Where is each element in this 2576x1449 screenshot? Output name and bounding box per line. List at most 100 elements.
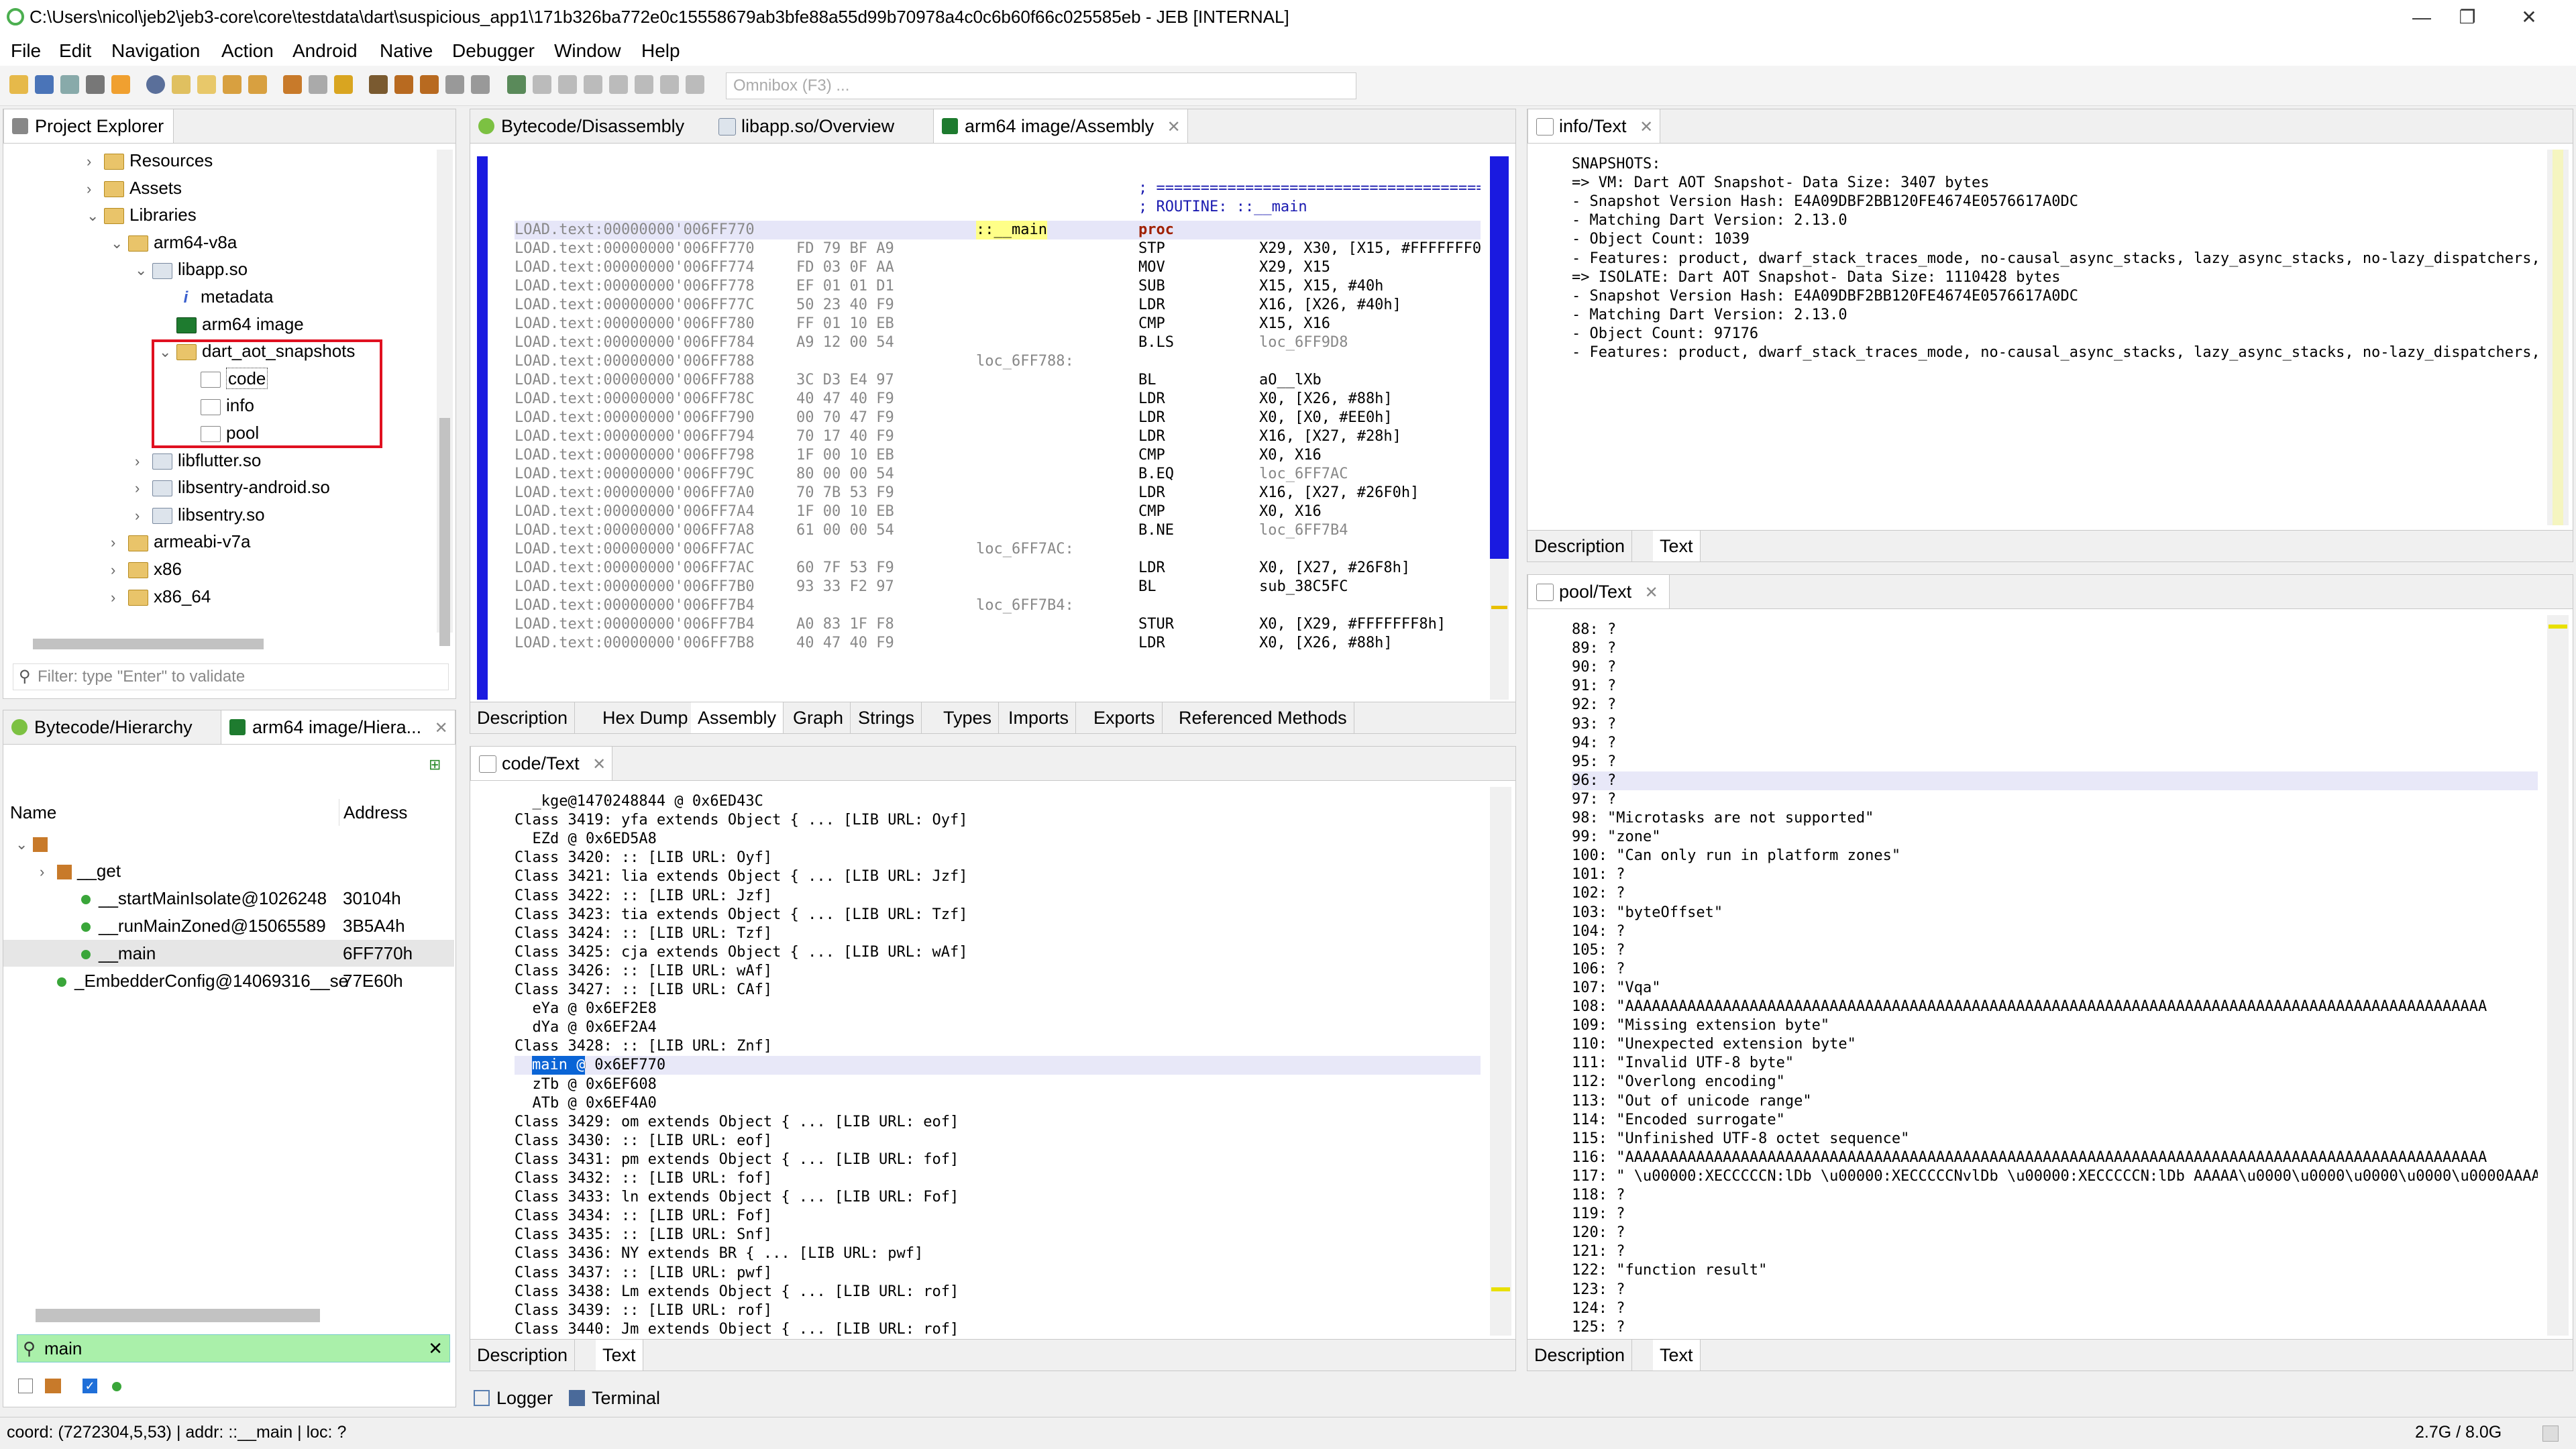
tree-node[interactable]: › x86 (111, 555, 182, 582)
step-out-icon[interactable] (660, 75, 679, 94)
run-to-line-icon[interactable] (686, 75, 704, 94)
bottom-tab-graph[interactable]: Graph (786, 702, 851, 733)
bottom-tab-description[interactable]: Description (470, 1340, 576, 1371)
bottom-tab-referenced-methods[interactable]: Referenced Methods (1172, 702, 1354, 733)
step-icon[interactable] (533, 75, 551, 94)
tab-bytecode-disassembly[interactable]: Bytecode/Disassembly (470, 109, 709, 143)
menu-window[interactable]: Window (554, 40, 621, 62)
maximize-button[interactable]: ❐ (2440, 1, 2494, 34)
method-filter-icon[interactable] (112, 1382, 121, 1391)
expand-twisty-icon[interactable]: ⌄ (111, 230, 128, 257)
assembly-line[interactable]: LOAD.text:00000000'006FF78C 40 47 40 F9 LD… (515, 390, 1481, 409)
tab-arm64-hierarchy[interactable]: arm64 image/Hiera... ✕ (221, 710, 455, 744)
tree-node[interactable]: › Resources (87, 147, 213, 174)
navigation-bar-left[interactable] (477, 156, 488, 700)
assembly-line[interactable]: LOAD.text:00000000'006FF770::__main proc (515, 221, 1481, 239)
assembly-line[interactable]: LOAD.text:00000000'006FF770 FD 79 BF A9 ST… (515, 239, 1481, 258)
assembly-line[interactable]: LOAD.text:00000000'006FF788 loc_6FF788: (515, 352, 1481, 371)
grid-filter-icon[interactable] (45, 1379, 61, 1393)
pause-icon[interactable] (558, 75, 577, 94)
bottom-tab-description[interactable]: Description (470, 702, 576, 733)
assembly-line[interactable]: LOAD.text:00000000'006FF790 00 70 47 F9 LD… (515, 409, 1481, 427)
decompile-icon[interactable] (172, 75, 191, 94)
expand-twisty-icon[interactable]: ⌄ (15, 831, 33, 858)
expand-twisty-icon[interactable]: ⌄ (135, 257, 152, 284)
assembly-line[interactable]: LOAD.text:00000000'006FF7A0 70 7B 53 F9 LD… (515, 484, 1481, 502)
filter-checkbox-1[interactable] (18, 1379, 33, 1393)
bottom-tab-description[interactable]: Description (1527, 531, 1633, 561)
menu-native[interactable]: Native (380, 40, 433, 62)
expand-twisty-icon[interactable]: › (87, 176, 104, 203)
attach-icon[interactable] (445, 75, 464, 94)
pool-text-view[interactable]: 88: ? 89: ? 90: ? 91: ? 92: ? 93: ? 94: ? 95: ?… (1572, 621, 2538, 1338)
bottom-tab-text[interactable]: Text (1653, 1340, 1701, 1371)
expand-twisty-icon[interactable]: › (135, 475, 152, 502)
tree-node[interactable]: › armeabi-v7a (111, 528, 251, 555)
column-header-address[interactable]: Address (339, 799, 453, 826)
close-tab-icon[interactable]: ✕ (435, 719, 448, 737)
bottom-tab-strings[interactable]: Strings (851, 702, 922, 733)
assembly-line[interactable]: LOAD.text:00000000'006FF7B4 A0 83 1F F8 ST… (515, 615, 1481, 634)
assembly-line[interactable]: LOAD.text:00000000'006FF7B0 93 33 F2 97 BL… (515, 578, 1481, 596)
assembly-line[interactable]: LOAD.text:00000000'006FF798 1F 00 10 EB CM… (515, 446, 1481, 465)
assembly-line[interactable]: LOAD.text:00000000'006FF77C 50 23 40 F9 LD… (515, 296, 1481, 315)
expand-twisty-icon[interactable]: › (135, 448, 152, 475)
info-text-view[interactable]: SNAPSHOTS: => VM: Dart AOT Snapshot- Data… (1572, 155, 2538, 528)
bottom-tab-assembly[interactable]: Assembly (691, 702, 784, 733)
debug-icon[interactable] (471, 75, 490, 94)
hierarchy-row[interactable]: __main 6FF770h (3, 940, 454, 967)
hierarchy-row[interactable]: __runMainZoned@15065589 3B5A4h (3, 912, 454, 939)
delete-icon[interactable] (86, 75, 105, 94)
pencil-icon[interactable] (334, 75, 353, 94)
package-icon[interactable] (394, 75, 413, 94)
assembly-line[interactable]: LOAD.text:00000000'006FF7A4 1F 00 10 EB CM… (515, 502, 1481, 521)
assembly-navigation-bar[interactable] (1490, 156, 1509, 717)
plugin-icon[interactable] (283, 75, 302, 94)
step-over-icon[interactable] (609, 75, 628, 94)
collapse-all-icon[interactable]: ⊞ (429, 756, 441, 773)
menu-action[interactable]: Action (221, 40, 274, 62)
expand-twisty-icon[interactable]: › (135, 502, 152, 529)
step-into-icon[interactable] (635, 75, 653, 94)
assembly-line[interactable]: LOAD.text:00000000'006FF794 70 17 40 F9 LD… (515, 427, 1481, 446)
code-text-vscrollbar[interactable] (1490, 787, 1511, 1336)
expand-twisty-icon[interactable]: › (111, 557, 128, 584)
tab-terminal[interactable]: Terminal (568, 1385, 660, 1411)
bottom-tab-hex-dump[interactable]: Hex Dump (596, 702, 696, 733)
menu-edit[interactable]: Edit (59, 40, 91, 62)
expand-twisty-icon[interactable]: › (111, 584, 128, 611)
bottom-tab-exports[interactable]: Exports (1087, 702, 1163, 733)
assembly-line[interactable]: LOAD.text:00000000'006FF784 A9 12 00 54 B.… (515, 333, 1481, 352)
tree-node[interactable]: ⌄ arm64-v8a (111, 229, 237, 256)
assembly-line[interactable]: LOAD.text:00000000'006FF7B4 loc_6FF7B4: (515, 596, 1481, 615)
tab-info-text[interactable]: info/Text ✕ (1527, 109, 1660, 143)
assembly-line[interactable]: LOAD.text:00000000'006FF7B8 40 47 40 F9 LD… (515, 634, 1481, 653)
assembly-line[interactable]: LOAD.text:00000000'006FF788 3C D3 E4 97 BL… (515, 371, 1481, 390)
tree-node[interactable]: ⌄ Libraries (87, 201, 197, 228)
type-icon[interactable] (420, 75, 439, 94)
tab-code-text[interactable]: code/Text ✕ (470, 747, 612, 780)
tree-hscroll-thumb[interactable] (33, 639, 264, 649)
info-scroll-thumb[interactable] (2553, 150, 2563, 525)
assembly-line[interactable]: LOAD.text:00000000'006FF7AC 60 7F 53 F9 LD… (515, 559, 1481, 578)
tree-vscroll-thumb[interactable] (439, 418, 450, 646)
hierarchy-row[interactable]: _EmbedderConfig@14069316__se 77E60h (3, 967, 454, 994)
menu-file[interactable]: File (11, 40, 41, 62)
assembly-line[interactable]: LOAD.text:00000000'006FF778 EF 01 01 D1 SU… (515, 277, 1481, 296)
tab-project-explorer[interactable]: Project Explorer (3, 109, 174, 143)
tree-node[interactable]: ⌄ libapp.so (135, 256, 248, 282)
bottom-tab-text[interactable]: Text (1653, 531, 1701, 561)
hierarchy-row[interactable]: ⌄ (3, 830, 454, 857)
tree-hscrollbar[interactable] (10, 636, 433, 652)
menu-help[interactable]: Help (641, 40, 680, 62)
hierarchy-row[interactable]: __startMainIsolate@1026248 30104h (3, 885, 454, 912)
assembly-view[interactable]: ; ======================================… (515, 163, 1481, 700)
tree-vscrollbar[interactable] (437, 150, 453, 646)
tab-pool-text[interactable]: pool/Text ✕ (1527, 575, 1670, 608)
forward-icon[interactable] (248, 75, 267, 94)
script-icon[interactable] (309, 75, 327, 94)
tab-logger[interactable]: Logger (472, 1385, 553, 1411)
grid-icon[interactable] (369, 75, 388, 94)
open-file-icon[interactable] (9, 75, 28, 94)
assembly-line[interactable]: LOAD.text:00000000'006FF7AC loc_6FF7AC: (515, 540, 1481, 559)
